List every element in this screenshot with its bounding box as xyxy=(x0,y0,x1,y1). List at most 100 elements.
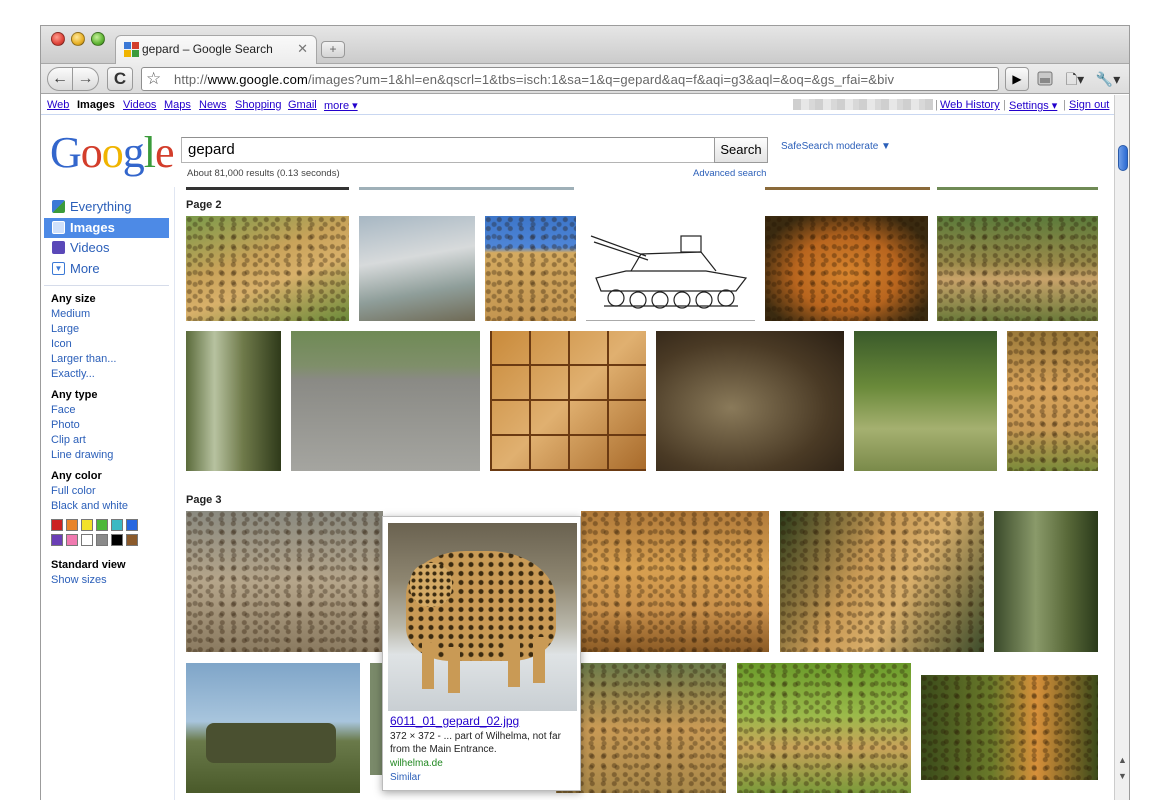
go-button[interactable]: ▶ xyxy=(1005,67,1029,91)
type-photo[interactable]: Photo xyxy=(51,419,80,431)
gbar-shopping[interactable]: Shopping xyxy=(235,99,282,111)
scroll-up-arrow-icon[interactable]: ▲ xyxy=(1118,755,1127,765)
type-face[interactable]: Face xyxy=(51,404,75,416)
image-thumbnail[interactable] xyxy=(994,511,1098,652)
image-thumbnail[interactable] xyxy=(359,187,574,190)
color-swatch[interactable] xyxy=(111,519,123,531)
preview-image[interactable] xyxy=(388,523,577,711)
tab-title: gepard – Google Search xyxy=(142,42,273,56)
image-thumbnail[interactable] xyxy=(556,663,726,793)
gbar-images[interactable]: Images xyxy=(77,99,115,111)
size-large[interactable]: Large xyxy=(51,323,79,335)
gbar-web-history[interactable]: Web History xyxy=(940,99,1000,111)
new-tab-button[interactable]: + xyxy=(321,41,345,58)
image-thumbnail[interactable] xyxy=(854,331,997,471)
search-button[interactable]: Search xyxy=(714,137,768,163)
wrench-menu-button[interactable]: 🔧▾ xyxy=(1091,68,1125,90)
safesearch-dropdown[interactable]: SafeSearch moderate ▼ xyxy=(781,141,891,152)
type-heading: Any type xyxy=(51,389,98,401)
type-line-drawing[interactable]: Line drawing xyxy=(51,449,113,461)
tag-extension-icon[interactable] xyxy=(1031,68,1059,90)
gbar-web[interactable]: Web xyxy=(47,99,69,111)
minimize-window-button[interactable] xyxy=(71,32,85,46)
image-hover-preview[interactable]: 6011_01_gepard_02.jpg 372 × 372 - ... pa… xyxy=(382,516,581,791)
preview-filename-link[interactable]: 6011_01_gepard_02.jpg xyxy=(390,714,519,728)
image-thumbnail[interactable] xyxy=(359,216,475,321)
nav-everything[interactable]: Everything xyxy=(44,197,169,217)
tab-close-icon[interactable]: ✕ xyxy=(297,41,308,57)
image-thumbnail[interactable] xyxy=(937,216,1098,321)
color-swatch[interactable] xyxy=(81,534,93,546)
image-thumbnail[interactable] xyxy=(291,331,480,471)
gbar-videos[interactable]: Videos xyxy=(123,99,156,111)
image-thumbnail[interactable] xyxy=(765,216,928,321)
color-swatch[interactable] xyxy=(66,519,78,531)
image-thumbnail[interactable] xyxy=(581,511,769,652)
image-thumbnail[interactable] xyxy=(656,331,844,471)
color-swatch[interactable] xyxy=(126,534,138,546)
nav-images-label: Images xyxy=(70,220,115,235)
nav-more[interactable]: ▼ More xyxy=(44,259,169,279)
color-swatch[interactable] xyxy=(96,534,108,546)
color-swatch[interactable] xyxy=(126,519,138,531)
search-input[interactable]: gepard xyxy=(181,137,715,163)
image-thumbnail[interactable] xyxy=(937,187,1098,190)
image-thumbnail[interactable] xyxy=(737,663,911,793)
image-thumbnail[interactable] xyxy=(186,511,383,652)
image-thumbnail[interactable] xyxy=(586,216,755,321)
color-swatch[interactable] xyxy=(96,519,108,531)
size-icon[interactable]: Icon xyxy=(51,338,72,350)
image-thumbnail[interactable] xyxy=(1007,331,1098,471)
close-window-button[interactable] xyxy=(51,32,65,46)
page-menu-button[interactable]: 🗋▾ xyxy=(1059,68,1091,90)
scroll-down-arrow-icon[interactable]: ▼ xyxy=(1118,771,1127,781)
back-button[interactable]: ← xyxy=(47,67,73,91)
advanced-search-link[interactable]: Advanced search xyxy=(693,168,766,179)
color-swatch[interactable] xyxy=(81,519,93,531)
gbar-maps[interactable]: Maps xyxy=(164,99,191,111)
google-logo[interactable]: Google xyxy=(50,127,175,178)
cheetah-leg xyxy=(422,643,434,689)
nav-videos-label: Videos xyxy=(70,240,110,255)
image-thumbnail[interactable] xyxy=(186,216,349,321)
reload-button[interactable]: C xyxy=(107,67,133,91)
gbar-gmail[interactable]: Gmail xyxy=(288,99,317,111)
address-bar[interactable]: ☆ http://www.google.com/images?um=1&hl=e… xyxy=(141,67,999,91)
vertical-scrollbar[interactable]: ▲ ▼ xyxy=(1114,95,1129,800)
more-icon: ▼ xyxy=(52,262,65,275)
size-medium[interactable]: Medium xyxy=(51,308,90,320)
bookmark-star-icon[interactable]: ☆ xyxy=(146,69,161,89)
url-text[interactable]: http://www.google.com/images?um=1&hl=en&… xyxy=(174,72,894,87)
size-exactly[interactable]: Exactly... xyxy=(51,368,95,380)
color-swatch[interactable] xyxy=(51,534,63,546)
color-swatch[interactable] xyxy=(66,534,78,546)
gbar-settings[interactable]: Settings ▾ xyxy=(1009,99,1057,112)
gbar-sign-out[interactable]: Sign out xyxy=(1069,99,1109,111)
image-thumbnail[interactable] xyxy=(765,187,930,190)
nav-more-label: More xyxy=(70,261,100,276)
image-thumbnail[interactable] xyxy=(921,675,1098,780)
image-thumbnail[interactable] xyxy=(186,187,349,190)
similar-link[interactable]: Similar xyxy=(390,772,421,783)
scrollbar-thumb[interactable] xyxy=(1118,145,1128,171)
image-thumbnail[interactable] xyxy=(490,331,646,471)
gbar-separator: | xyxy=(1003,99,1006,111)
image-thumbnail[interactable] xyxy=(186,663,360,793)
forward-button[interactable]: → xyxy=(73,67,99,91)
nav-images[interactable]: Images xyxy=(44,218,169,238)
browser-tab[interactable]: gepard – Google Search ✕ xyxy=(115,35,317,65)
nav-videos[interactable]: Videos xyxy=(44,238,169,258)
image-thumbnail[interactable] xyxy=(780,511,984,652)
image-thumbnail[interactable] xyxy=(485,216,576,321)
color-full[interactable]: Full color xyxy=(51,485,96,497)
size-larger-than[interactable]: Larger than... xyxy=(51,353,116,365)
color-black-white[interactable]: Black and white xyxy=(51,500,128,512)
color-swatch[interactable] xyxy=(111,534,123,546)
image-thumbnail[interactable] xyxy=(186,331,281,471)
type-clip-art[interactable]: Clip art xyxy=(51,434,86,446)
zoom-window-button[interactable] xyxy=(91,32,105,46)
color-swatch[interactable] xyxy=(51,519,63,531)
gbar-more[interactable]: more ▾ xyxy=(324,99,358,112)
show-sizes-link[interactable]: Show sizes xyxy=(51,574,107,586)
gbar-news[interactable]: News xyxy=(199,99,227,111)
